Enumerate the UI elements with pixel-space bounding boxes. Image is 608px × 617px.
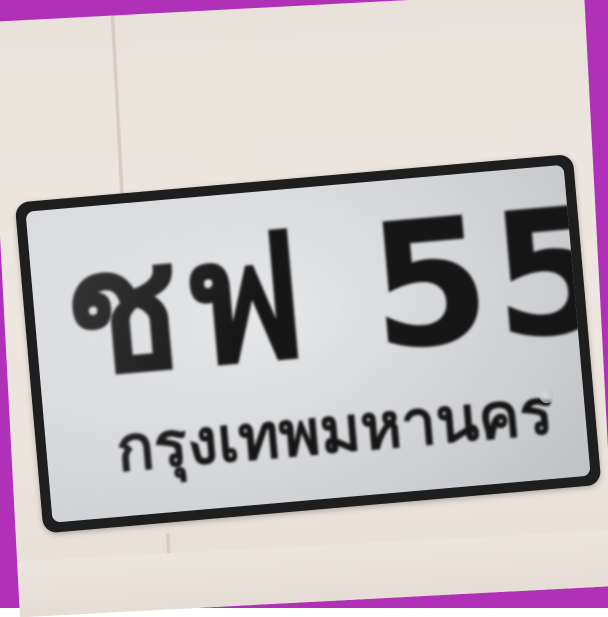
- wall-seam-top: [110, 15, 126, 216]
- license-plate: ชฟ 559 กรุงเทพมหานคร: [14, 153, 602, 534]
- license-plate-photo: ชฟ 559 กรุงเทพมหานคร: [0, 0, 608, 617]
- wall-lower-area: [17, 530, 608, 617]
- plate-face: ชฟ 559 กรุงเทพมหานคร: [25, 164, 591, 523]
- magenta-frame: ชฟ 559 กรุงเทพมหานคร: [0, 0, 608, 617]
